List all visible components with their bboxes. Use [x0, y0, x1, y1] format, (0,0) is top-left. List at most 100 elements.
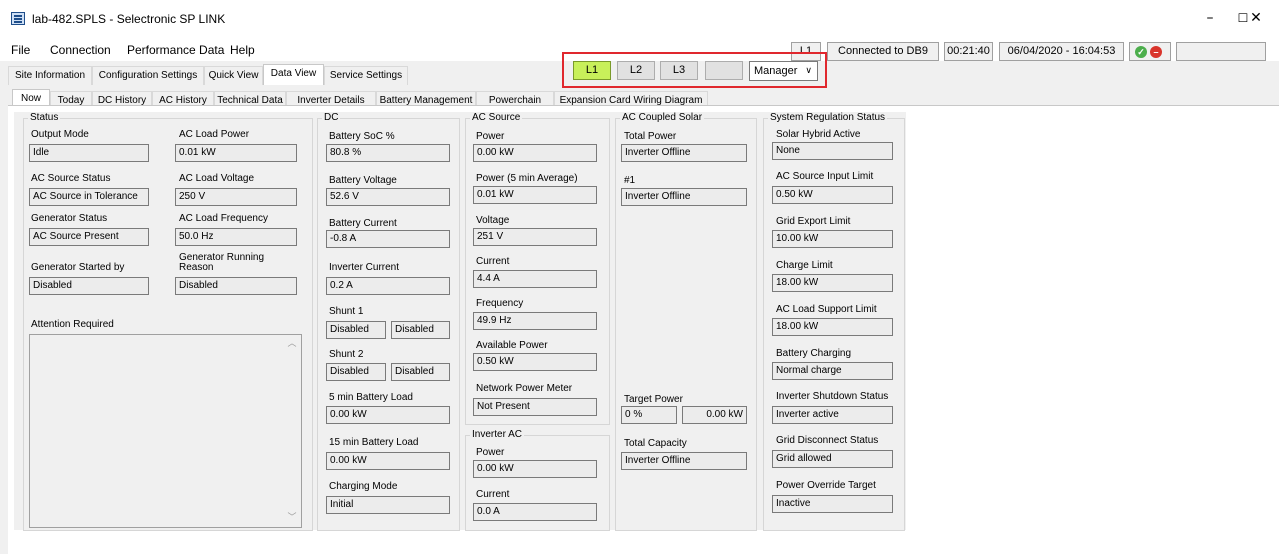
solar-total-power-field: Inverter Offline	[621, 144, 747, 162]
ac-power-field: 0.00 kW	[473, 144, 597, 162]
tab-site-information[interactable]: Site Information	[8, 66, 92, 85]
chevron-down-icon: ∨	[805, 66, 812, 76]
ac-voltage-field: 251 V	[473, 228, 597, 246]
status-group-title: Status	[28, 112, 61, 124]
user-level-value: Manager	[754, 65, 798, 77]
battery-voltage-label: Battery Voltage	[329, 175, 397, 186]
close-button[interactable]: ✕	[1233, 0, 1279, 37]
output-mode-field: Idle	[29, 144, 149, 162]
tab-data-view[interactable]: Data View	[263, 64, 324, 85]
grid-export-limit-field: 10.00 kW	[772, 230, 893, 248]
battery-load-15min-field: 0.00 kW	[326, 452, 450, 470]
battery-charging-label: Battery Charging	[776, 348, 852, 359]
battery-soc-field: 80.8 %	[326, 144, 450, 162]
menu-performance-data[interactable]: Performance Data	[127, 43, 224, 57]
phase-l2-button[interactable]: L2	[617, 61, 655, 80]
scroll-up-icon[interactable]: ︿	[287, 339, 297, 349]
solar-hybrid-field: None	[772, 142, 893, 160]
power-override-label: Power Override Target	[776, 480, 876, 491]
tab-quick-view[interactable]: Quick View	[204, 66, 263, 85]
total-capacity-field: Inverter Offline	[621, 452, 747, 470]
stop-icon: –	[1150, 46, 1162, 58]
charging-mode-field: Initial	[326, 496, 450, 514]
dc-group-title: DC	[322, 112, 341, 124]
charging-mode-label: Charging Mode	[329, 481, 398, 492]
inverter-ac-current-field: 0.0 A	[473, 503, 597, 521]
generator-started-by-label: Generator Started by	[31, 262, 125, 273]
ac-source-group-title: AC Source	[470, 112, 523, 124]
tab-configuration-settings[interactable]: Configuration Settings	[92, 66, 204, 85]
ac-load-power-label: AC Load Power	[179, 129, 250, 140]
scroll-down-icon[interactable]: ﹀	[287, 513, 297, 523]
shunt1-field-b: Disabled	[391, 321, 450, 339]
phase-l1-button[interactable]: L1	[573, 61, 611, 80]
ac-source-input-limit-field: 0.50 kW	[772, 186, 893, 204]
shunt2-label: Shunt 2	[329, 349, 364, 360]
status-icons: ✓ –	[1129, 42, 1171, 61]
battery-load-15min-label: 15 min Battery Load	[329, 437, 419, 448]
inverter-current-field: 0.2 A	[326, 277, 450, 295]
shunt1-label: Shunt 1	[329, 306, 364, 317]
battery-soc-label: Battery SoC %	[329, 131, 395, 142]
attention-required-list[interactable]: ︿ ﹀	[29, 334, 302, 528]
ac-source-input-limit-label: AC Source Input Limit	[776, 171, 874, 182]
menu-connection[interactable]: Connection	[50, 43, 111, 57]
solar-unit1-label: #1	[624, 175, 636, 186]
charge-limit-label: Charge Limit	[776, 260, 833, 271]
window-title: lab-482.SPLS - Selectronic SP LINK	[32, 12, 226, 26]
ac-load-voltage-label: AC Load Voltage	[179, 173, 255, 184]
grid-disconnect-field: Grid allowed	[772, 450, 893, 468]
charge-limit-field: 18.00 kW	[772, 274, 893, 292]
battery-voltage-field: 52.6 V	[326, 188, 450, 206]
available-power-label: Available Power	[476, 340, 548, 351]
ac-load-frequency-field: 50.0 Hz	[175, 228, 297, 246]
elapsed-time: 00:21:40	[944, 42, 993, 61]
ac-current-label: Current	[476, 256, 510, 267]
user-level-select[interactable]: Manager ∨	[749, 61, 818, 81]
generator-status-field: AC Source Present	[29, 228, 149, 246]
menu-file[interactable]: File	[11, 43, 30, 57]
target-power-pct-field: 0 %	[621, 406, 677, 424]
phase-blank-button[interactable]	[705, 61, 743, 80]
phase-l3-button[interactable]: L3	[660, 61, 698, 80]
solar-hybrid-label: Solar Hybrid Active	[776, 129, 861, 140]
output-mode-label: Output Mode	[31, 129, 89, 140]
shunt2-field-a: Disabled	[326, 363, 386, 381]
grid-disconnect-label: Grid Disconnect Status	[776, 435, 879, 446]
ac-load-support-limit-label: AC Load Support Limit	[776, 304, 877, 315]
ac-source-status-field: AC Source in Tolerance	[29, 188, 149, 206]
inverter-ac-power-field: 0.00 kW	[473, 460, 597, 478]
ac-load-frequency-label: AC Load Frequency	[179, 213, 268, 224]
tab-service-settings[interactable]: Service Settings	[324, 66, 408, 85]
generator-running-reason-label-2: Reason	[179, 262, 214, 273]
attention-required-label: Attention Required	[31, 319, 114, 330]
ac-power-avg-field: 0.01 kW	[473, 186, 597, 204]
inverter-ac-current-label: Current	[476, 489, 510, 500]
shunt2-field-b: Disabled	[391, 363, 450, 381]
ac-load-power-field: 0.01 kW	[175, 144, 297, 162]
battery-current-label: Battery Current	[329, 218, 397, 229]
ac-power-label: Power	[476, 131, 505, 142]
shunt1-field-a: Disabled	[326, 321, 386, 339]
battery-load-5min-label: 5 min Battery Load	[329, 392, 413, 403]
app-icon	[11, 12, 25, 25]
inverter-current-label: Inverter Current	[329, 262, 400, 273]
generator-running-reason-field: Disabled	[175, 277, 297, 295]
inverter-shutdown-field: Inverter active	[772, 406, 893, 424]
menu-help[interactable]: Help	[230, 43, 255, 57]
target-power-label: Target Power	[624, 394, 683, 405]
ac-load-voltage-field: 250 V	[175, 188, 297, 206]
inverter-ac-power-label: Power	[476, 447, 505, 458]
title-bar: lab-482.SPLS - Selectronic SP LINK – ☐ ✕	[0, 0, 1279, 37]
battery-current-field: -0.8 A	[326, 230, 450, 248]
battery-charging-field: Normal charge	[772, 362, 893, 380]
ac-power-avg-label: Power (5 min Average)	[476, 173, 578, 184]
grid-export-limit-label: Grid Export Limit	[776, 216, 851, 227]
inverter-ac-group-title: Inverter AC	[470, 429, 525, 441]
network-meter-label: Network Power Meter	[476, 383, 573, 394]
ac-frequency-field: 49.9 Hz	[473, 312, 597, 330]
battery-load-5min-field: 0.00 kW	[326, 406, 450, 424]
datetime-display: 06/04/2020 - 16:04:53	[999, 42, 1124, 61]
power-override-field: Inactive	[772, 495, 893, 513]
check-icon: ✓	[1135, 46, 1147, 58]
